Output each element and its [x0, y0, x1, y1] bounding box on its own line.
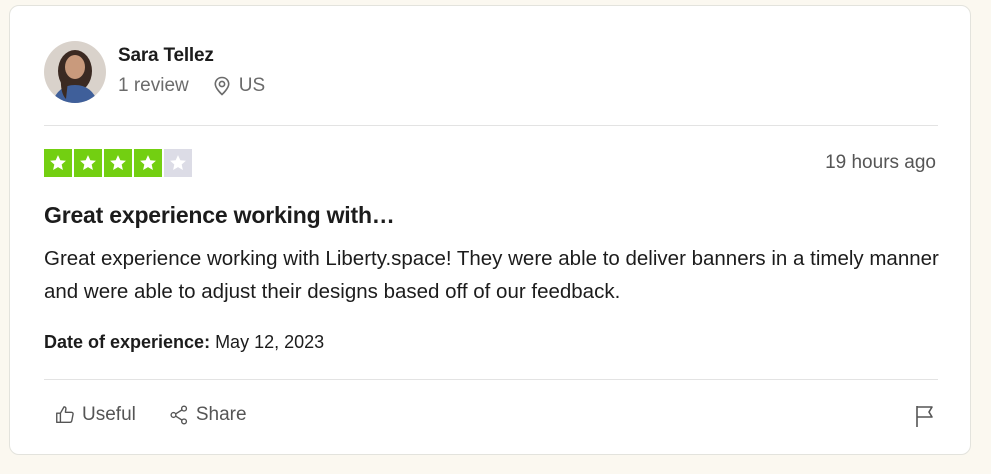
review-time: 19 hours ago	[825, 152, 936, 173]
review-title[interactable]: Great experience working with…	[44, 202, 395, 229]
reviewer-info: Sara Tellez 1 review US	[118, 45, 265, 97]
reviewer-header: Sara Tellez 1 review US	[44, 41, 265, 103]
date-label: Date of experience:	[44, 332, 211, 352]
divider	[44, 125, 938, 126]
divider	[44, 379, 938, 380]
reviewer-name[interactable]: Sara Tellez	[118, 45, 265, 67]
review-count: 1 review	[118, 75, 189, 96]
star-icon	[164, 149, 192, 177]
star-icon	[44, 149, 72, 177]
thumbs-up-icon	[56, 406, 74, 424]
star-icon	[74, 149, 102, 177]
review-actions: Useful Share	[54, 404, 247, 426]
location-pin-icon	[213, 76, 231, 96]
report-button[interactable]	[914, 404, 936, 433]
useful-button[interactable]: Useful	[54, 404, 136, 426]
useful-label: Useful	[82, 404, 136, 425]
flag-icon	[916, 406, 933, 427]
date-value: May 12, 2023	[210, 332, 325, 352]
star-rating	[44, 149, 192, 177]
reviewer-country: US	[238, 75, 266, 96]
star-icon	[104, 149, 132, 177]
avatar[interactable]	[44, 41, 106, 103]
share-label: Share	[195, 404, 247, 425]
share-icon	[170, 405, 187, 425]
reviewer-meta: 1 review US	[118, 75, 265, 97]
share-button[interactable]: Share	[168, 404, 247, 426]
star-icon	[134, 149, 162, 177]
review-card: Sara Tellez 1 review US 19 hours ago Gre…	[9, 5, 971, 455]
review-body: Great experience working with Liberty.sp…	[44, 247, 939, 303]
date-of-experience: Date of experience: May 12, 2023	[44, 332, 324, 353]
